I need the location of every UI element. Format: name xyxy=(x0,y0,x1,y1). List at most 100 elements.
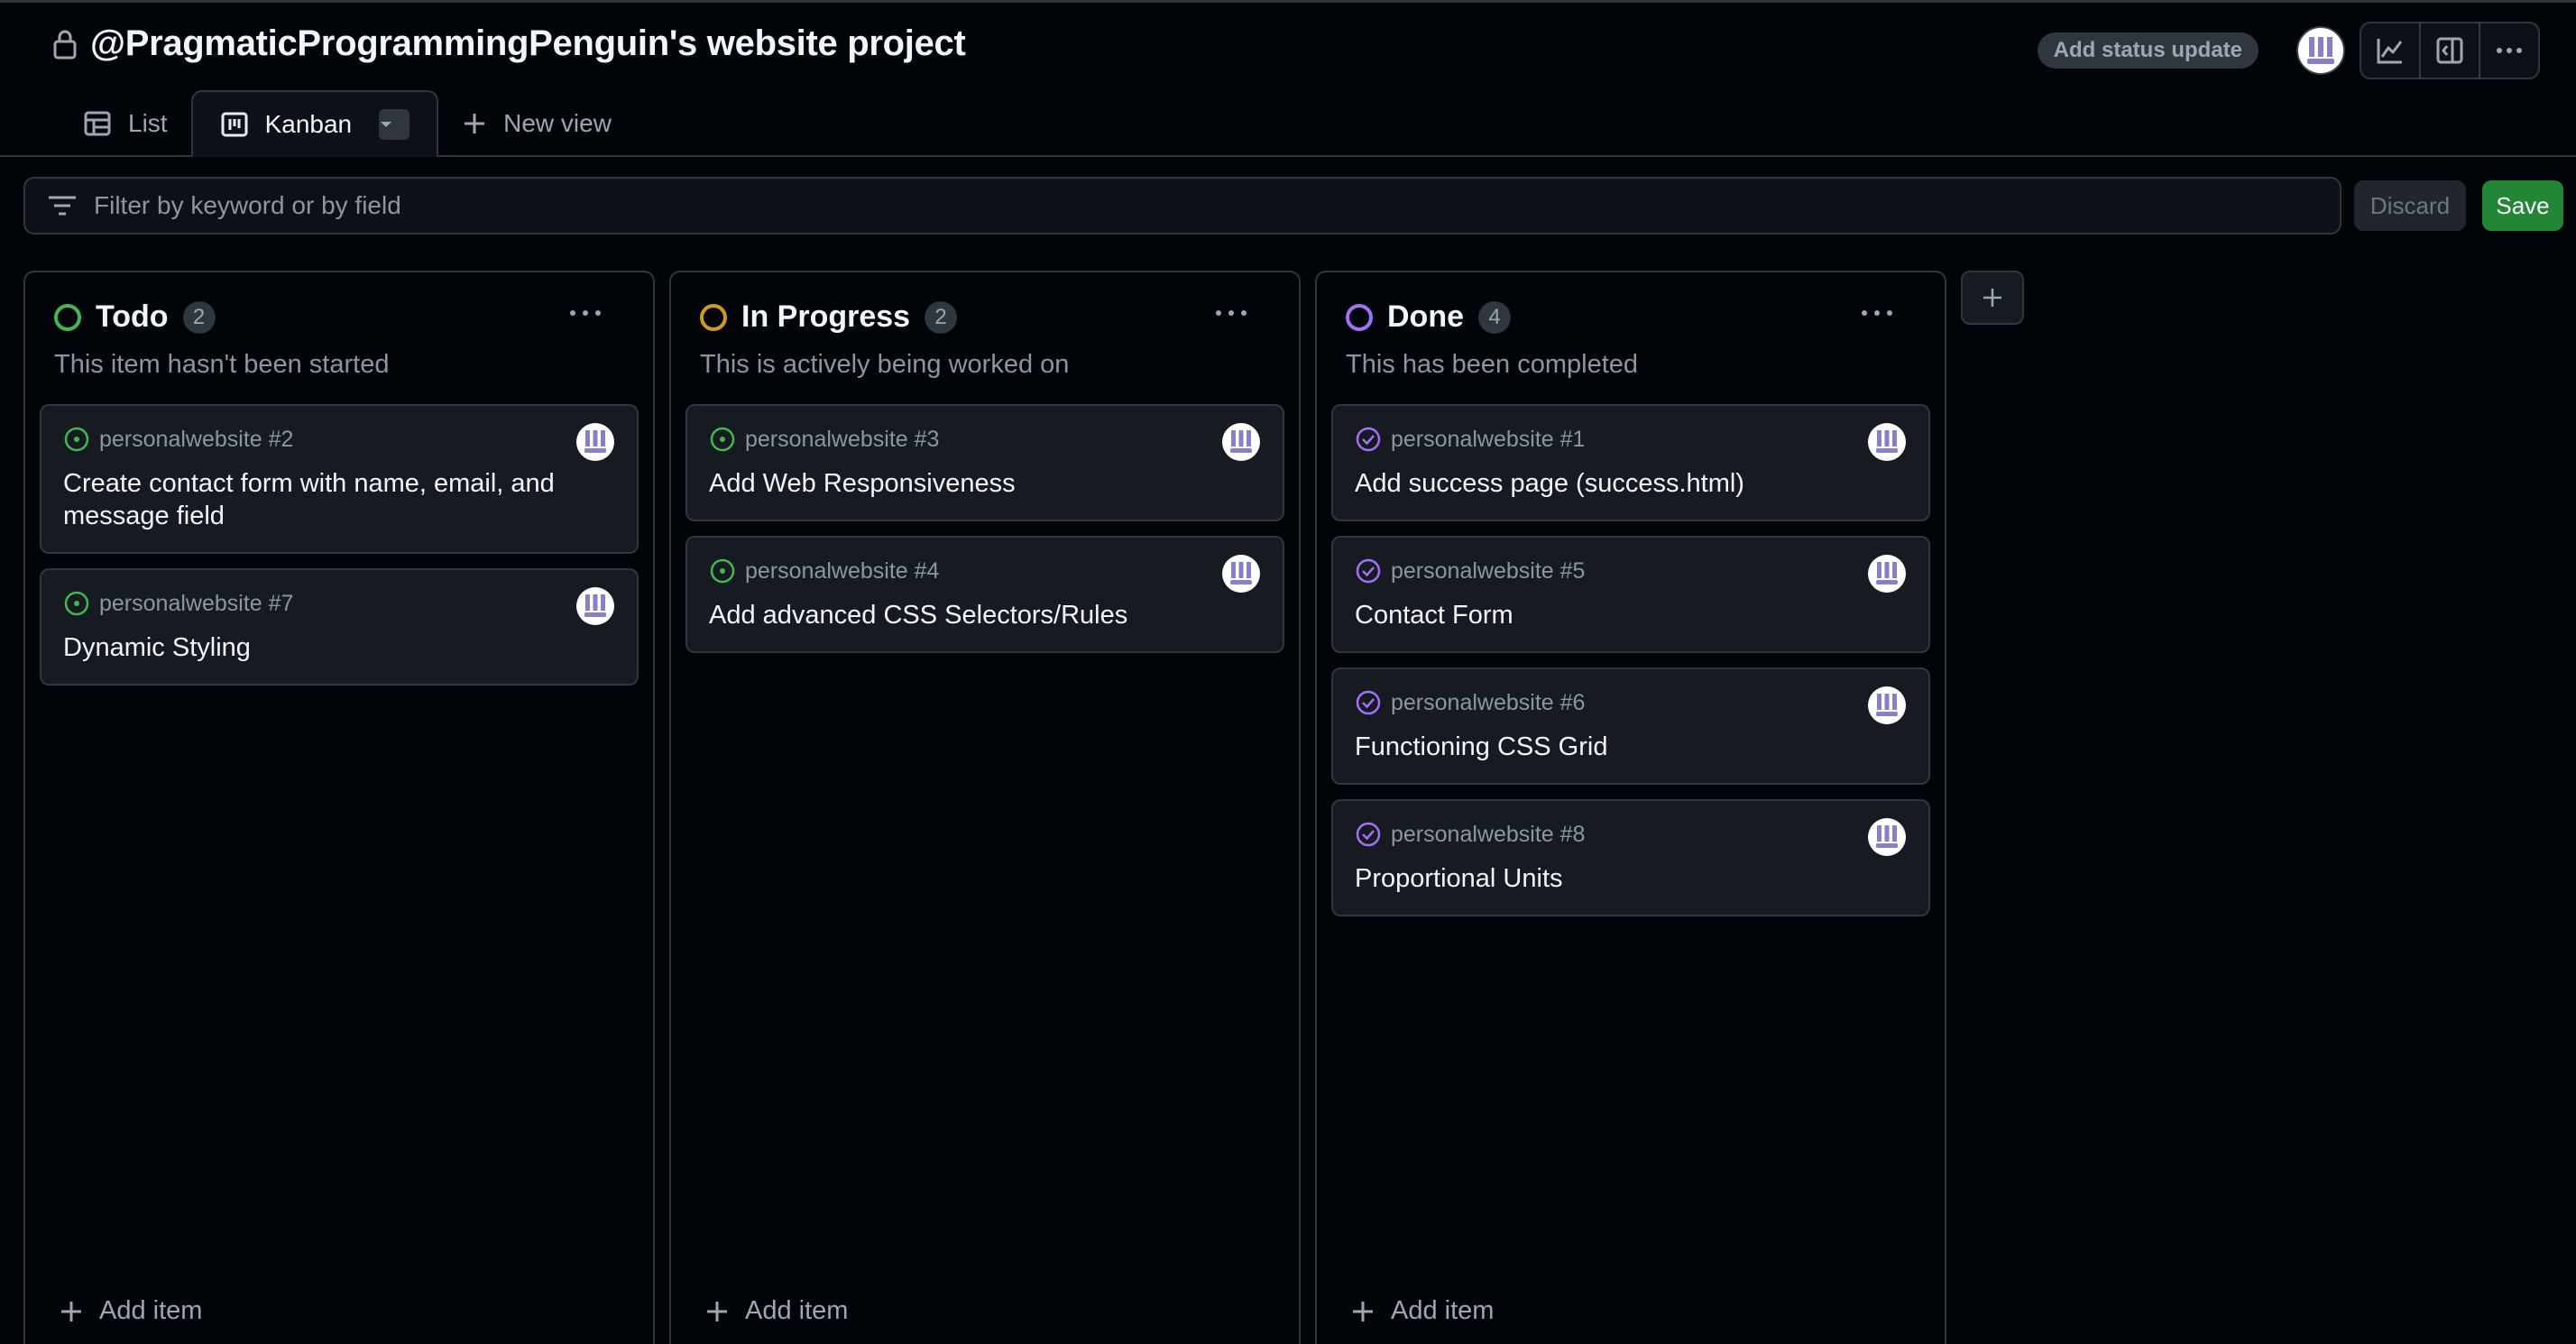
assignee-avatar[interactable] xyxy=(1867,554,1907,594)
card-title[interactable]: Create contact form with name, email, an… xyxy=(63,467,568,532)
chevron-down-icon xyxy=(381,122,392,127)
page-title: @PragmaticProgrammingPenguin's website p… xyxy=(90,23,966,63)
plus-icon xyxy=(707,1301,727,1321)
column-menu-button[interactable] xyxy=(1209,299,1254,327)
issue-card[interactable]: personalwebsite #6 Functioning CSS Grid xyxy=(1331,667,1930,785)
column-title: In Progress xyxy=(741,299,911,334)
card-meta: personalwebsite #5 xyxy=(1355,557,1905,585)
filter-icon xyxy=(49,196,76,216)
column-description: This is actively being worked on xyxy=(700,350,1070,379)
assignee-avatar[interactable] xyxy=(1221,422,1261,462)
issue-card[interactable]: personalwebsite #4 Add advanced CSS Sele… xyxy=(685,536,1284,653)
card-list: personalwebsite #1 Add success page (suc… xyxy=(1331,404,1930,931)
tab-list-label: List xyxy=(128,109,168,137)
column-description: This has been completed xyxy=(1346,350,1639,379)
more-options-icon xyxy=(2497,48,2522,53)
assignee-avatar[interactable] xyxy=(575,422,615,462)
column-menu-button[interactable] xyxy=(563,299,608,327)
card-list: personalwebsite #3 Add Web Responsivenes… xyxy=(685,404,1284,667)
issue-open-icon xyxy=(710,427,735,452)
issue-card[interactable]: personalwebsite #2 Create contact form w… xyxy=(40,404,639,554)
card-meta: personalwebsite #7 xyxy=(63,590,613,617)
card-meta: personalwebsite #6 xyxy=(1355,689,1905,716)
status-circle-icon xyxy=(1346,303,1373,331)
column-done: Done 4 This has been completed personalw… xyxy=(1315,271,1946,1344)
card-title[interactable]: Add success page (success.html) xyxy=(1355,467,1860,500)
discard-button[interactable]: Discard xyxy=(2354,180,2466,231)
card-ref: personalwebsite #6 xyxy=(1391,689,1586,715)
side-panel-button[interactable] xyxy=(2421,23,2480,78)
card-list: personalwebsite #2 Create contact form w… xyxy=(40,404,639,700)
card-ref: personalwebsite #8 xyxy=(1391,821,1586,847)
tab-new-view[interactable]: New view xyxy=(438,92,635,155)
card-title[interactable]: Add advanced CSS Selectors/Rules xyxy=(709,599,1214,631)
plus-icon xyxy=(61,1301,81,1321)
add-item-button[interactable]: Add item xyxy=(1351,1296,1494,1326)
avatar[interactable] xyxy=(2296,26,2345,75)
issue-open-icon xyxy=(64,591,89,616)
issue-card[interactable]: personalwebsite #3 Add Web Responsivenes… xyxy=(685,404,1284,521)
add-item-button[interactable]: Add item xyxy=(705,1296,848,1326)
column-count-badge: 2 xyxy=(182,300,216,334)
card-meta: personalwebsite #3 xyxy=(709,426,1259,453)
column-header: Todo 2 xyxy=(54,299,216,335)
card-title[interactable]: Dynamic Styling xyxy=(63,631,568,664)
save-button[interactable]: Save xyxy=(2482,180,2563,231)
column-header: In Progress 2 xyxy=(700,299,958,335)
view-tabs: List Kanban New view xyxy=(60,90,635,157)
filter-input[interactable] xyxy=(92,190,2260,221)
board-icon xyxy=(221,112,248,137)
card-ref: personalwebsite #7 xyxy=(99,590,294,616)
column-in-progress: In Progress 2 This is actively being wor… xyxy=(669,271,1301,1344)
card-ref: personalwebsite #4 xyxy=(745,557,940,584)
plus-icon xyxy=(1983,289,2001,307)
card-meta: personalwebsite #1 xyxy=(1355,426,1905,453)
column-header: Done 4 xyxy=(1346,299,1511,335)
assignee-avatar[interactable] xyxy=(1221,554,1261,594)
card-ref: personalwebsite #1 xyxy=(1391,426,1586,452)
issue-open-icon xyxy=(64,427,89,452)
issue-closed-icon xyxy=(1356,558,1381,584)
tab-new-view-label: New view xyxy=(503,109,612,137)
card-ref: personalwebsite #5 xyxy=(1391,557,1586,584)
issue-open-icon xyxy=(710,558,735,584)
more-options-icon xyxy=(1216,310,1247,316)
issue-card[interactable]: personalwebsite #1 Add success page (suc… xyxy=(1331,404,1930,521)
card-title[interactable]: Contact Form xyxy=(1355,599,1860,631)
assignee-avatar[interactable] xyxy=(575,586,615,626)
column-title: Todo xyxy=(96,299,169,334)
more-options-icon xyxy=(1862,310,1892,316)
issue-card[interactable]: personalwebsite #7 Dynamic Styling xyxy=(40,568,639,686)
assignee-avatar[interactable] xyxy=(1867,422,1907,462)
tab-list[interactable]: List xyxy=(60,92,191,155)
table-icon xyxy=(84,111,111,136)
insights-icon xyxy=(2377,39,2403,64)
add-column-button[interactable] xyxy=(1961,271,2024,325)
add-item-button[interactable]: Add item xyxy=(60,1296,202,1326)
view-options-dropdown[interactable] xyxy=(379,109,410,140)
tab-kanban[interactable]: Kanban xyxy=(190,90,439,157)
column-todo: Todo 2 This item hasn't been started per… xyxy=(23,271,655,1344)
card-meta: personalwebsite #2 xyxy=(63,426,613,453)
issue-closed-icon xyxy=(1356,427,1381,452)
more-options-button[interactable] xyxy=(2480,23,2538,78)
add-status-update-button[interactable]: Add status update xyxy=(2037,32,2259,69)
issue-card[interactable]: personalwebsite #8 Proportional Units xyxy=(1331,799,1930,916)
assignee-avatar[interactable] xyxy=(1867,817,1907,857)
header-icon-group xyxy=(2360,22,2540,79)
card-meta: personalwebsite #4 xyxy=(709,557,1259,585)
card-title[interactable]: Functioning CSS Grid xyxy=(1355,731,1860,763)
lock-icon xyxy=(53,30,77,59)
column-title: Done xyxy=(1387,299,1464,334)
card-title[interactable]: Proportional Units xyxy=(1355,862,1860,895)
issue-card[interactable]: personalwebsite #5 Contact Form xyxy=(1331,536,1930,653)
title-row: @PragmaticProgrammingPenguin's website p… xyxy=(52,23,966,64)
insights-button[interactable] xyxy=(2361,23,2421,78)
card-ref: personalwebsite #2 xyxy=(99,426,294,452)
project-header: @PragmaticProgrammingPenguin's website p… xyxy=(0,0,2576,157)
column-menu-button[interactable] xyxy=(1854,299,1900,327)
card-ref: personalwebsite #3 xyxy=(745,426,940,452)
card-title[interactable]: Add Web Responsiveness xyxy=(709,467,1214,500)
assignee-avatar[interactable] xyxy=(1867,686,1907,725)
header-actions: Add status update xyxy=(2037,22,2540,79)
